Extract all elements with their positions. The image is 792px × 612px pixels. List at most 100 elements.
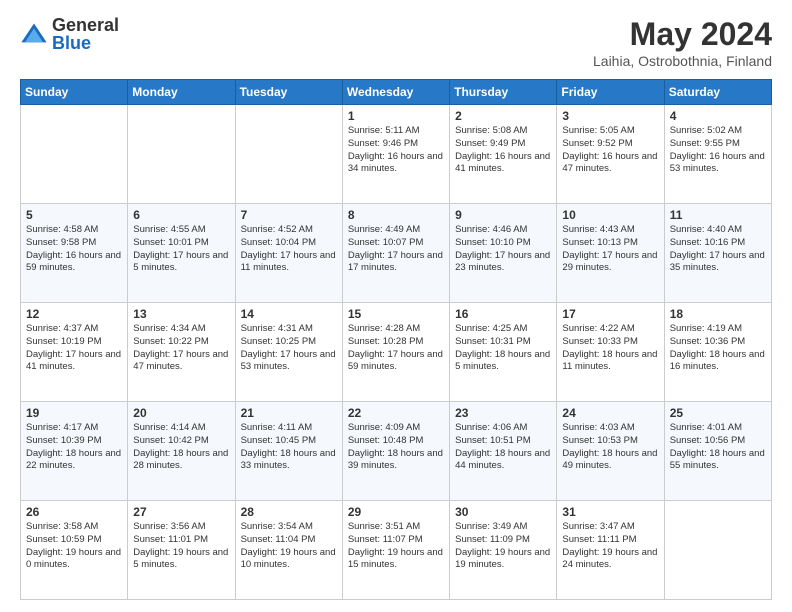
calendar-cell	[21, 105, 128, 204]
day-info: Sunrise: 4:43 AM Sunset: 10:13 PM Daylig…	[562, 224, 658, 275]
day-number: 17	[562, 307, 658, 321]
calendar-cell: 2 Sunrise: 5:08 AM Sunset: 9:49 PM Daylig…	[450, 105, 557, 204]
calendar-cell: 31Sunrise: 3:47 AM Sunset: 11:11 PM Dayl…	[557, 501, 664, 600]
calendar-week-4: 19 Sunrise: 4:17 AM Sunset: 10:39 PM Dayl…	[21, 402, 772, 501]
month-title: May 2024	[593, 16, 772, 53]
day-info: Sunrise: 4:22 AM Sunset: 10:33 PM Daylig…	[562, 323, 658, 374]
day-number: 18	[670, 307, 766, 321]
day-info: Sunrise: 5:02 AM Sunset: 9:55 PM Dayligh…	[670, 125, 766, 176]
day-number: 7	[241, 208, 337, 222]
day-info: Sunrise: 4:14 AM Sunset: 10:42 PM Daylig…	[133, 422, 229, 473]
day-number: 16	[455, 307, 551, 321]
day-info: Sunrise: 3:47 AM Sunset: 11:11 PM Daylig…	[562, 521, 658, 572]
calendar-cell: 15 Sunrise: 4:28 AM Sunset: 10:28 PM Dayl…	[342, 303, 449, 402]
day-info: Sunrise: 3:56 AM Sunset: 11:01 PM Daylig…	[133, 521, 229, 572]
calendar-cell: 1 Sunrise: 5:11 AM Sunset: 9:46 PM Daylig…	[342, 105, 449, 204]
day-info: Sunrise: 4:03 AM Sunset: 10:53 PM Daylig…	[562, 422, 658, 473]
calendar-cell: 6 Sunrise: 4:55 AM Sunset: 10:01 PM Dayli…	[128, 204, 235, 303]
day-info: Sunrise: 4:58 AM Sunset: 9:58 PM Dayligh…	[26, 224, 122, 275]
day-number: 2	[455, 109, 551, 123]
day-info: Sunrise: 5:11 AM Sunset: 9:46 PM Dayligh…	[348, 125, 444, 176]
calendar-cell: 17 Sunrise: 4:22 AM Sunset: 10:33 PM Dayl…	[557, 303, 664, 402]
calendar-cell: 11 Sunrise: 4:40 AM Sunset: 10:16 PM Dayl…	[664, 204, 771, 303]
calendar-cell: 5 Sunrise: 4:58 AM Sunset: 9:58 PM Daylig…	[21, 204, 128, 303]
calendar-table: SundayMondayTuesdayWednesdayThursdayFrid…	[20, 79, 772, 600]
calendar-cell: 22Sunrise: 4:09 AM Sunset: 10:48 PM Dayl…	[342, 402, 449, 501]
logo-icon	[20, 20, 48, 48]
day-number: 30	[455, 505, 551, 519]
day-info: Sunrise: 3:58 AM Sunset: 10:59 PM Daylig…	[26, 521, 122, 572]
day-number: 15	[348, 307, 444, 321]
calendar-cell: 19 Sunrise: 4:17 AM Sunset: 10:39 PM Dayl…	[21, 402, 128, 501]
calendar-cell: 12Sunrise: 4:37 AM Sunset: 10:19 PM Dayl…	[21, 303, 128, 402]
calendar-cell: 29 Sunrise: 3:51 AM Sunset: 11:07 PM Dayl…	[342, 501, 449, 600]
day-info: Sunrise: 4:25 AM Sunset: 10:31 PM Daylig…	[455, 323, 551, 374]
day-info: Sunrise: 4:40 AM Sunset: 10:16 PM Daylig…	[670, 224, 766, 275]
day-number: 26	[26, 505, 122, 519]
day-info: Sunrise: 3:49 AM Sunset: 11:09 PM Daylig…	[455, 521, 551, 572]
day-info: Sunrise: 4:52 AM Sunset: 10:04 PM Daylig…	[241, 224, 337, 275]
day-number: 5	[26, 208, 122, 222]
day-info: Sunrise: 4:28 AM Sunset: 10:28 PM Daylig…	[348, 323, 444, 374]
day-number: 11	[670, 208, 766, 222]
col-header-wednesday: Wednesday	[342, 80, 449, 105]
calendar-cell: 16 Sunrise: 4:25 AM Sunset: 10:31 PM Dayl…	[450, 303, 557, 402]
day-info: Sunrise: 3:54 AM Sunset: 11:04 PM Daylig…	[241, 521, 337, 572]
day-info: Sunrise: 4:34 AM Sunset: 10:22 PM Daylig…	[133, 323, 229, 374]
calendar-cell: 23Sunrise: 4:06 AM Sunset: 10:51 PM Dayl…	[450, 402, 557, 501]
day-number: 14	[241, 307, 337, 321]
day-info: Sunrise: 4:31 AM Sunset: 10:25 PM Daylig…	[241, 323, 337, 374]
day-number: 1	[348, 109, 444, 123]
calendar-cell: 9Sunrise: 4:46 AM Sunset: 10:10 PM Dayli…	[450, 204, 557, 303]
calendar-header-row: SundayMondayTuesdayWednesdayThursdayFrid…	[21, 80, 772, 105]
calendar-cell: 30 Sunrise: 3:49 AM Sunset: 11:09 PM Dayl…	[450, 501, 557, 600]
calendar-week-1: 1 Sunrise: 5:11 AM Sunset: 9:46 PM Daylig…	[21, 105, 772, 204]
col-header-thursday: Thursday	[450, 80, 557, 105]
day-number: 28	[241, 505, 337, 519]
calendar-cell: 7 Sunrise: 4:52 AM Sunset: 10:04 PM Dayli…	[235, 204, 342, 303]
day-info: Sunrise: 4:19 AM Sunset: 10:36 PM Daylig…	[670, 323, 766, 374]
day-number: 10	[562, 208, 658, 222]
col-header-saturday: Saturday	[664, 80, 771, 105]
day-number: 24	[562, 406, 658, 420]
day-number: 19	[26, 406, 122, 420]
logo-general: General	[52, 16, 119, 34]
day-info: Sunrise: 4:11 AM Sunset: 10:45 PM Daylig…	[241, 422, 337, 473]
day-info: Sunrise: 3:51 AM Sunset: 11:07 PM Daylig…	[348, 521, 444, 572]
day-info: Sunrise: 4:55 AM Sunset: 10:01 PM Daylig…	[133, 224, 229, 275]
calendar-cell: 26 Sunrise: 3:58 AM Sunset: 10:59 PM Dayl…	[21, 501, 128, 600]
day-info: Sunrise: 4:01 AM Sunset: 10:56 PM Daylig…	[670, 422, 766, 473]
day-info: Sunrise: 4:49 AM Sunset: 10:07 PM Daylig…	[348, 224, 444, 275]
day-number: 6	[133, 208, 229, 222]
day-info: Sunrise: 4:46 AM Sunset: 10:10 PM Daylig…	[455, 224, 551, 275]
day-info: Sunrise: 5:08 AM Sunset: 9:49 PM Dayligh…	[455, 125, 551, 176]
calendar-cell: 13Sunrise: 4:34 AM Sunset: 10:22 PM Dayl…	[128, 303, 235, 402]
page: General Blue May 2024 Laihia, Ostrobothn…	[0, 0, 792, 612]
day-info: Sunrise: 4:17 AM Sunset: 10:39 PM Daylig…	[26, 422, 122, 473]
col-header-friday: Friday	[557, 80, 664, 105]
calendar-cell	[128, 105, 235, 204]
day-info: Sunrise: 4:37 AM Sunset: 10:19 PM Daylig…	[26, 323, 122, 374]
calendar-cell: 3Sunrise: 5:05 AM Sunset: 9:52 PM Daylig…	[557, 105, 664, 204]
title-area: May 2024 Laihia, Ostrobothnia, Finland	[593, 16, 772, 69]
calendar-cell: 25 Sunrise: 4:01 AM Sunset: 10:56 PM Dayl…	[664, 402, 771, 501]
header: General Blue May 2024 Laihia, Ostrobothn…	[20, 16, 772, 69]
calendar-cell: 4Sunrise: 5:02 AM Sunset: 9:55 PM Daylig…	[664, 105, 771, 204]
day-info: Sunrise: 4:06 AM Sunset: 10:51 PM Daylig…	[455, 422, 551, 473]
calendar-cell: 21Sunrise: 4:11 AM Sunset: 10:45 PM Dayl…	[235, 402, 342, 501]
calendar-cell	[664, 501, 771, 600]
day-number: 27	[133, 505, 229, 519]
day-number: 8	[348, 208, 444, 222]
col-header-tuesday: Tuesday	[235, 80, 342, 105]
day-number: 20	[133, 406, 229, 420]
logo-blue: Blue	[52, 34, 119, 52]
calendar-cell: 20 Sunrise: 4:14 AM Sunset: 10:42 PM Dayl…	[128, 402, 235, 501]
day-number: 29	[348, 505, 444, 519]
col-header-sunday: Sunday	[21, 80, 128, 105]
day-info: Sunrise: 5:05 AM Sunset: 9:52 PM Dayligh…	[562, 125, 658, 176]
calendar-cell: 14 Sunrise: 4:31 AM Sunset: 10:25 PM Dayl…	[235, 303, 342, 402]
calendar-cell	[235, 105, 342, 204]
day-number: 25	[670, 406, 766, 420]
calendar-cell: 28 Sunrise: 3:54 AM Sunset: 11:04 PM Dayl…	[235, 501, 342, 600]
location: Laihia, Ostrobothnia, Finland	[593, 53, 772, 69]
